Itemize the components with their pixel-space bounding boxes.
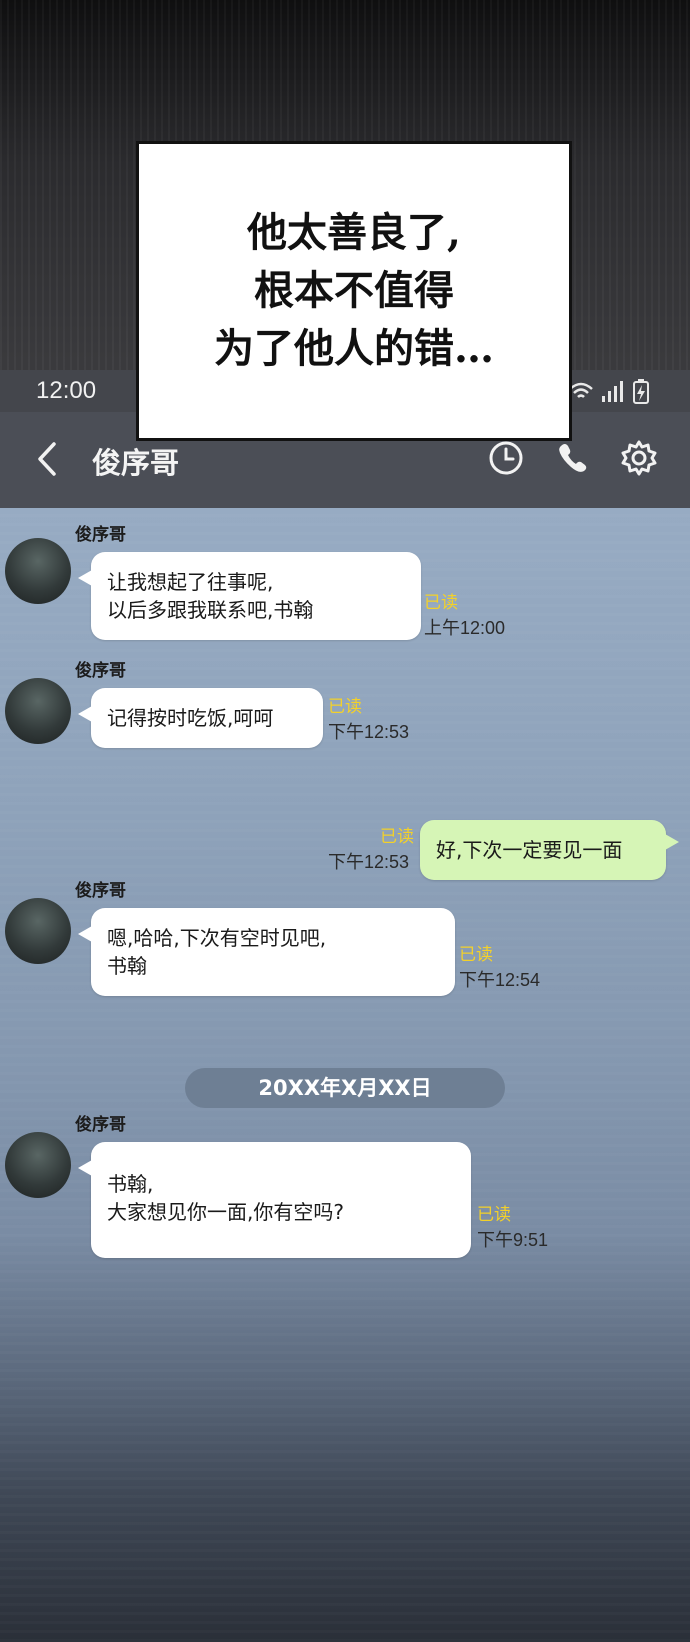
message-time: 下午12:53 xyxy=(328,722,410,742)
gear-icon xyxy=(621,440,657,476)
caption-line: 他太善良了, xyxy=(247,209,461,256)
comic-panel: 12:00 俊序哥 俊序哥 让我想起了往事呢, 以后多跟我联系吧,书翰 已读 上… xyxy=(0,0,690,1642)
message-time: 下午12:53 xyxy=(328,852,410,872)
chat-title: 俊序哥 xyxy=(92,446,180,480)
signal-icon xyxy=(602,381,623,402)
message-text: 书翰, xyxy=(107,1172,154,1196)
sender-name: 俊序哥 xyxy=(75,661,126,681)
read-receipt: 已读 xyxy=(477,1205,511,1225)
status-time: 12:00 xyxy=(36,377,97,404)
sender-name: 俊序哥 xyxy=(75,881,126,901)
message-bubble[interactable]: 书翰, 大家想见你一面,你有空吗? xyxy=(78,1142,471,1258)
battery-icon xyxy=(633,379,649,404)
message-time: 下午9:51 xyxy=(477,1230,549,1250)
back-button[interactable] xyxy=(30,436,70,482)
message-text: 记得按时吃饭,呵呵 xyxy=(107,706,274,730)
wifi-icon xyxy=(569,382,593,398)
message-bubble[interactable]: 让我想起了往事呢, 以后多跟我联系吧,书翰 xyxy=(78,552,421,640)
chat-area[interactable]: 俊序哥 让我想起了往事呢, 以后多跟我联系吧,书翰 已读 上午12:00 俊序哥… xyxy=(0,508,690,1642)
message-time: 下午12:54 xyxy=(459,970,541,990)
message-text: 大家想见你一面,你有空吗? xyxy=(107,1200,344,1224)
message-text: 书翰 xyxy=(107,954,147,978)
sender-name: 俊序哥 xyxy=(75,525,126,545)
sender-name: 俊序哥 xyxy=(75,1115,126,1135)
message-text: 嗯,哈哈,下次有空时见吧, xyxy=(107,926,327,950)
read-receipt: 已读 xyxy=(459,945,493,965)
avatar[interactable] xyxy=(5,898,71,964)
avatar[interactable] xyxy=(5,538,71,604)
back-chevron-icon xyxy=(38,442,56,476)
status-icons xyxy=(566,376,656,406)
message-bubble[interactable]: 记得按时吃饭,呵呵 xyxy=(78,688,323,748)
settings-button[interactable] xyxy=(617,436,661,480)
read-receipt: 已读 xyxy=(424,593,458,613)
message-text: 以后多跟我联系吧,书翰 xyxy=(107,598,314,622)
call-button[interactable] xyxy=(551,436,595,480)
caption-line: 根本不值得 xyxy=(254,267,454,314)
avatar[interactable] xyxy=(5,678,71,744)
message-time: 上午12:00 xyxy=(424,618,506,638)
caption-line: 为了他人的错… xyxy=(214,325,494,372)
history-button[interactable] xyxy=(484,436,528,480)
message-text: 让我想起了往事呢, xyxy=(107,570,274,594)
avatar[interactable] xyxy=(5,1132,71,1198)
date-divider: 20XX年X月XX日 xyxy=(185,1068,505,1108)
message-bubble[interactable]: 好,下次一定要见一面 xyxy=(420,820,679,880)
read-receipt: 已读 xyxy=(328,697,362,717)
clock-icon xyxy=(489,441,523,475)
message-bubble[interactable]: 嗯,哈哈,下次有空时见吧, 书翰 xyxy=(78,908,455,996)
narration-caption: 他太善良了, 根本不值得 为了他人的错… xyxy=(136,141,572,441)
phone-icon xyxy=(559,444,587,472)
message-text: 好,下次一定要见一面 xyxy=(436,838,623,862)
read-receipt: 已读 xyxy=(380,827,414,847)
